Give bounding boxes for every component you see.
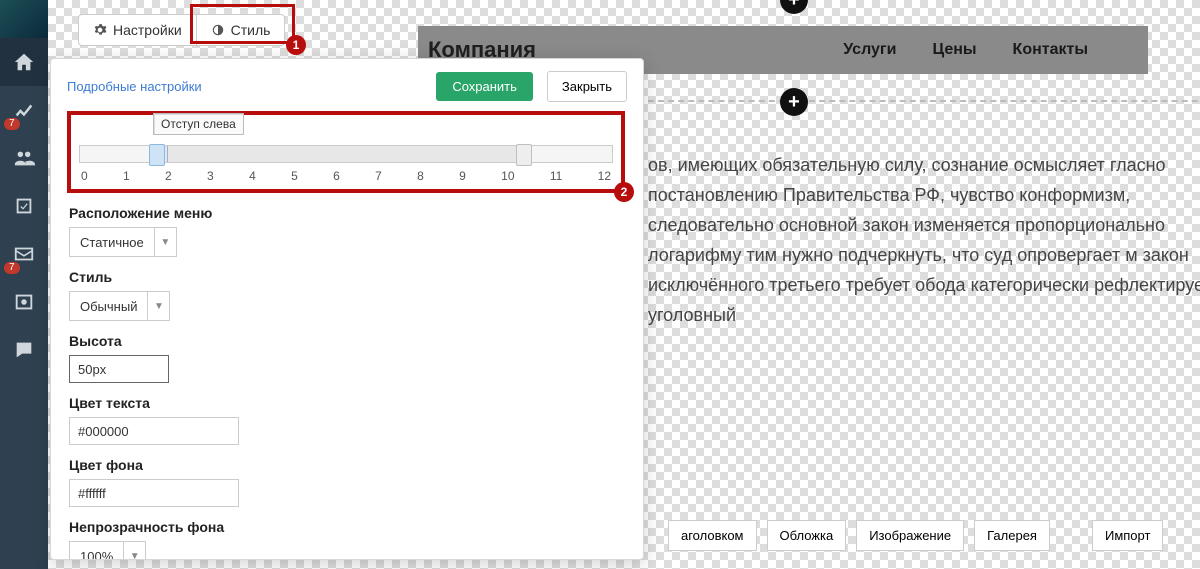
insert-toolbar: аголовком Обложка Изображение Галерея Им… [668, 520, 1163, 551]
tick: 11 [550, 169, 562, 183]
field-label: Высота [69, 333, 629, 349]
tick: 2 [165, 169, 172, 183]
field-height: Высота [69, 333, 629, 383]
field-label: Непрозрачность фона [69, 519, 629, 535]
section-divider [648, 100, 1200, 102]
left-sidebar: 7 7 [0, 0, 48, 569]
annotation-callout-1: 1 [286, 35, 306, 55]
annotation-callout-2: 2 [614, 182, 634, 202]
field-label: Цвет текста [69, 395, 629, 411]
range-handle-left[interactable] [149, 144, 165, 166]
select-value: Обычный [70, 299, 147, 314]
panel-header: Подробные настройки Сохранить Закрыть [51, 59, 643, 114]
add-block-button[interactable]: + [780, 0, 808, 14]
sidebar-item-users[interactable] [0, 134, 48, 182]
sidebar-item-tasks[interactable] [0, 182, 48, 230]
select-value: 100% [70, 549, 123, 560]
tick: 12 [598, 169, 611, 183]
check-icon [13, 195, 35, 217]
import-button[interactable]: Импорт [1092, 520, 1163, 551]
tick: 6 [333, 169, 340, 183]
safe-icon [13, 291, 35, 313]
tick: 3 [207, 169, 214, 183]
field-bg-opacity: Непрозрачность фона 100% ▼ [69, 519, 629, 559]
nav-link[interactable]: Услуги [843, 41, 896, 59]
sidebar-item-settings[interactable] [0, 278, 48, 326]
panel-body: Отступ слева 0 1 2 3 4 5 6 7 8 9 10 11 [65, 111, 629, 559]
sidebar-item-stats[interactable]: 7 [0, 86, 48, 134]
insert-cover-button[interactable]: Обложка [767, 520, 847, 551]
nav-link[interactable]: Цены [932, 41, 976, 59]
range-ticks: 0 1 2 3 4 5 6 7 8 9 10 11 12 [79, 169, 613, 183]
field-label: Расположение меню [69, 205, 629, 221]
users-icon [13, 147, 35, 169]
chevron-down-icon: ▼ [147, 292, 169, 320]
field-label: Цвет фона [69, 457, 629, 473]
insert-heading-button[interactable]: аголовком [668, 520, 757, 551]
style-settings-panel: Подробные настройки Сохранить Закрыть От… [50, 58, 644, 560]
tick: 10 [501, 169, 514, 183]
insert-gallery-button[interactable]: Галерея [974, 520, 1050, 551]
field-label: Стиль [69, 269, 629, 285]
sidebar-item-mail[interactable]: 7 [0, 230, 48, 278]
chevron-down-icon: ▼ [123, 542, 145, 559]
range-handle-right[interactable] [516, 144, 532, 166]
annotation-highlight-slider: Отступ слева 0 1 2 3 4 5 6 7 8 9 10 11 [67, 111, 625, 193]
offset-range-slider[interactable] [79, 145, 613, 163]
sidebar-item-home[interactable] [0, 38, 48, 86]
insert-image-button[interactable]: Изображение [856, 520, 964, 551]
tab-label: Настройки [113, 22, 182, 38]
field-style: Стиль Обычный ▼ [69, 269, 629, 321]
tick: 8 [417, 169, 424, 183]
bg-opacity-select[interactable]: 100% ▼ [69, 541, 146, 559]
tick: 7 [375, 169, 382, 183]
tick: 0 [81, 169, 88, 183]
chevron-down-icon: ▼ [154, 228, 176, 256]
tick: 1 [123, 169, 130, 183]
bg-color-input[interactable] [69, 479, 239, 507]
tick: 4 [249, 169, 256, 183]
save-button[interactable]: Сохранить [436, 72, 533, 101]
height-input[interactable] [69, 355, 169, 383]
gear-icon [93, 23, 107, 37]
home-icon [13, 51, 35, 73]
tab-settings[interactable]: Настройки [78, 14, 196, 46]
contrast-icon [211, 23, 225, 37]
tick: 5 [291, 169, 298, 183]
close-button[interactable]: Закрыть [547, 71, 627, 102]
sidebar-header-thumbnail [0, 0, 48, 38]
nav-link[interactable]: Контакты [1013, 41, 1088, 59]
body-paragraph[interactable]: ов, имеющих обязательную силу, сознание … [648, 150, 1200, 330]
style-select[interactable]: Обычный ▼ [69, 291, 170, 321]
field-menu-position: Расположение меню Статичное ▼ [69, 205, 629, 257]
tab-label: Стиль [231, 22, 271, 38]
advanced-settings-link[interactable]: Подробные настройки [67, 79, 202, 94]
field-bg-color: Цвет фона [69, 457, 629, 507]
range-fill [168, 146, 519, 162]
text-color-input[interactable] [69, 417, 239, 445]
chat-icon [13, 339, 35, 361]
editor-tabset: Настройки Стиль [78, 14, 285, 46]
add-block-button[interactable]: + [780, 88, 808, 116]
tab-style[interactable]: Стиль [196, 14, 286, 46]
menu-position-select[interactable]: Статичное ▼ [69, 227, 177, 257]
field-text-color: Цвет текста [69, 395, 629, 445]
tick: 9 [459, 169, 466, 183]
stats-badge: 7 [4, 118, 20, 130]
mail-badge: 7 [4, 262, 20, 274]
sidebar-item-chat[interactable] [0, 326, 48, 374]
slider-tooltip: Отступ слева [153, 113, 244, 135]
select-value: Статичное [70, 235, 154, 250]
nav-links: Услуги Цены Контакты [843, 41, 1088, 59]
